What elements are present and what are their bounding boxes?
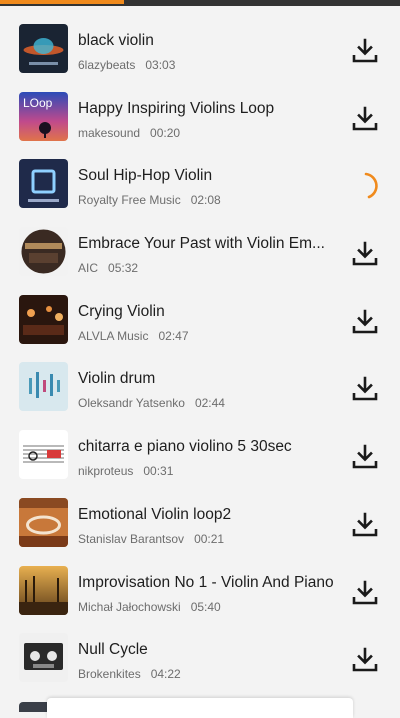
track-title: black violin [78, 32, 154, 49]
album-thumbnail [19, 24, 68, 73]
download-icon [352, 444, 378, 469]
track-duration: 04:22 [150, 667, 181, 682]
album-thumbnail [19, 362, 68, 412]
track-artist: 6lazybeats [78, 58, 136, 72]
track-duration: 02:08 [190, 193, 221, 208]
album-thumbnail [19, 565, 68, 615]
list-item[interactable]: Null Cycle Brokenkites 04:22 [0, 615, 400, 683]
track-artist: Brokenkites [78, 667, 141, 682]
album-thumbnail [19, 497, 68, 547]
download-icon [352, 377, 378, 401]
download-icon [352, 38, 378, 63]
download-icon [352, 309, 378, 334]
track-title: Emotional Violin loop2 [78, 505, 232, 523]
list-item[interactable]: Soul Hip-Hop Violin Royalty Free Music 02… [0, 141, 400, 209]
download-icon [352, 512, 378, 537]
track-duration: 00:31 [143, 464, 174, 479]
track-artist: Michał Jałochowski [78, 599, 181, 614]
album-thumbnail [19, 227, 68, 277]
download-button[interactable] [349, 577, 381, 609]
track-duration: 05:40 [190, 599, 221, 614]
loading-spinner-icon [364, 173, 378, 199]
list-item[interactable]: Emotional Violin loop2 Stanislav Barants… [0, 480, 400, 548]
download-button[interactable] [349, 373, 381, 405]
track-duration: 00:20 [150, 125, 181, 140]
track-duration: 03:03 [145, 58, 176, 72]
track-artist: Oleksandr Yatsenko [78, 396, 185, 411]
track-title: Crying Violin [78, 302, 165, 320]
list-item[interactable]: Violin drum Oleksandr Yatsenko 02:44 [0, 344, 400, 412]
list-item[interactable]: LOop Happy Inspiring Violins Loop makeso… [0, 74, 400, 142]
list-item[interactable]: black violin 6lazybeats 03:03 [0, 6, 400, 74]
download-button[interactable] [349, 644, 381, 676]
download-button[interactable] [349, 441, 381, 473]
track-list: black violin 6lazybeats 03:03 LOop Happy… [0, 6, 400, 683]
download-button[interactable] [349, 238, 381, 270]
list-item[interactable]: Embrace Your Past with Violin Em... AIC 0… [0, 209, 400, 277]
list-item[interactable]: Improvisation No 1 - Violin And Piano Mi… [0, 548, 400, 616]
track-duration: 05:32 [108, 261, 139, 276]
track-artist: Stanislav Barantsov [78, 531, 185, 546]
album-thumbnail [19, 633, 68, 683]
download-button[interactable] [349, 35, 381, 67]
album-thumbnail [19, 159, 68, 209]
track-title: Null Cycle [78, 641, 148, 659]
download-button[interactable] [349, 103, 381, 135]
track-title: Improvisation No 1 - Violin And Piano [78, 573, 334, 591]
list-item[interactable]: Crying Violin ALVLA Music 02:47 [0, 277, 400, 345]
track-duration: 00:21 [194, 531, 225, 546]
thumbnail-text: LOop [23, 96, 53, 110]
track-title: Happy Inspiring Violins Loop [78, 99, 275, 117]
download-icon [352, 106, 378, 130]
track-artist: makesound [78, 125, 141, 140]
track-duration: 02:44 [194, 396, 225, 411]
track-artist: ALVLA Music [78, 328, 149, 343]
track-artist: AIC [78, 261, 99, 276]
list-item[interactable]: chitarra e piano violino 5 30sec nikprot… [0, 412, 400, 480]
track-title: chitarra e piano violino 5 30sec [78, 438, 292, 456]
album-thumbnail [19, 430, 68, 480]
download-icon [352, 647, 378, 672]
bottom-sheet[interactable] [47, 698, 353, 718]
track-duration: 02:47 [158, 328, 189, 343]
download-icon [352, 580, 378, 604]
download-button[interactable] [349, 509, 381, 541]
track-title: Embrace Your Past with Violin Em... [78, 235, 325, 253]
track-title: Violin drum [78, 370, 156, 388]
download-button[interactable] [349, 306, 381, 338]
download-icon [352, 241, 378, 266]
playback-progress-bar [0, 0, 124, 4]
album-thumbnail [19, 294, 68, 344]
track-artist: nikproteus [78, 464, 134, 479]
track-artist: Royalty Free Music [78, 193, 181, 208]
track-title: Soul Hip-Hop Violin [78, 167, 213, 185]
album-thumbnail: LOop [19, 91, 68, 141]
download-button[interactable] [349, 170, 381, 202]
